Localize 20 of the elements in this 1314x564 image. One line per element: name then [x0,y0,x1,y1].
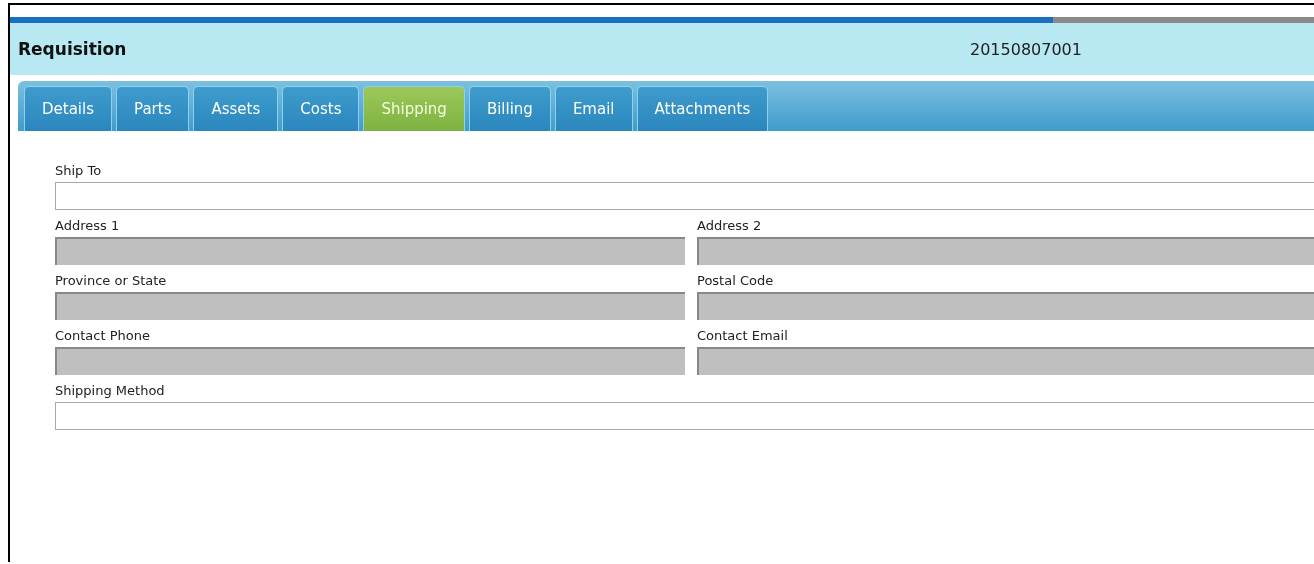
page-title: Requisition [18,39,128,59]
field-label: Ship To [55,163,103,178]
tab[interactable]: Email [554,86,633,131]
input-field[interactable] [55,182,1314,210]
field-label: Contact Email [697,328,789,343]
tab[interactable]: Details [24,86,112,131]
input-field[interactable] [55,402,1314,430]
field-label: Postal Code [697,273,775,288]
field-label: Address 1 [55,218,121,233]
tab[interactable]: Billing [468,86,551,131]
requisition-number: 20150807001 [970,39,1082,59]
field-label: Contact Phone [55,328,151,343]
field-label: Address 2 [697,218,763,233]
tab[interactable]: Costs [282,86,360,131]
tab[interactable]: Assets [193,86,279,131]
field-label: Shipping Method [55,383,166,398]
tab[interactable]: Attachments [636,86,769,131]
field-label: Province or State [55,273,168,288]
tab[interactable]: Shipping [363,86,465,131]
tab[interactable]: Parts [116,86,190,131]
